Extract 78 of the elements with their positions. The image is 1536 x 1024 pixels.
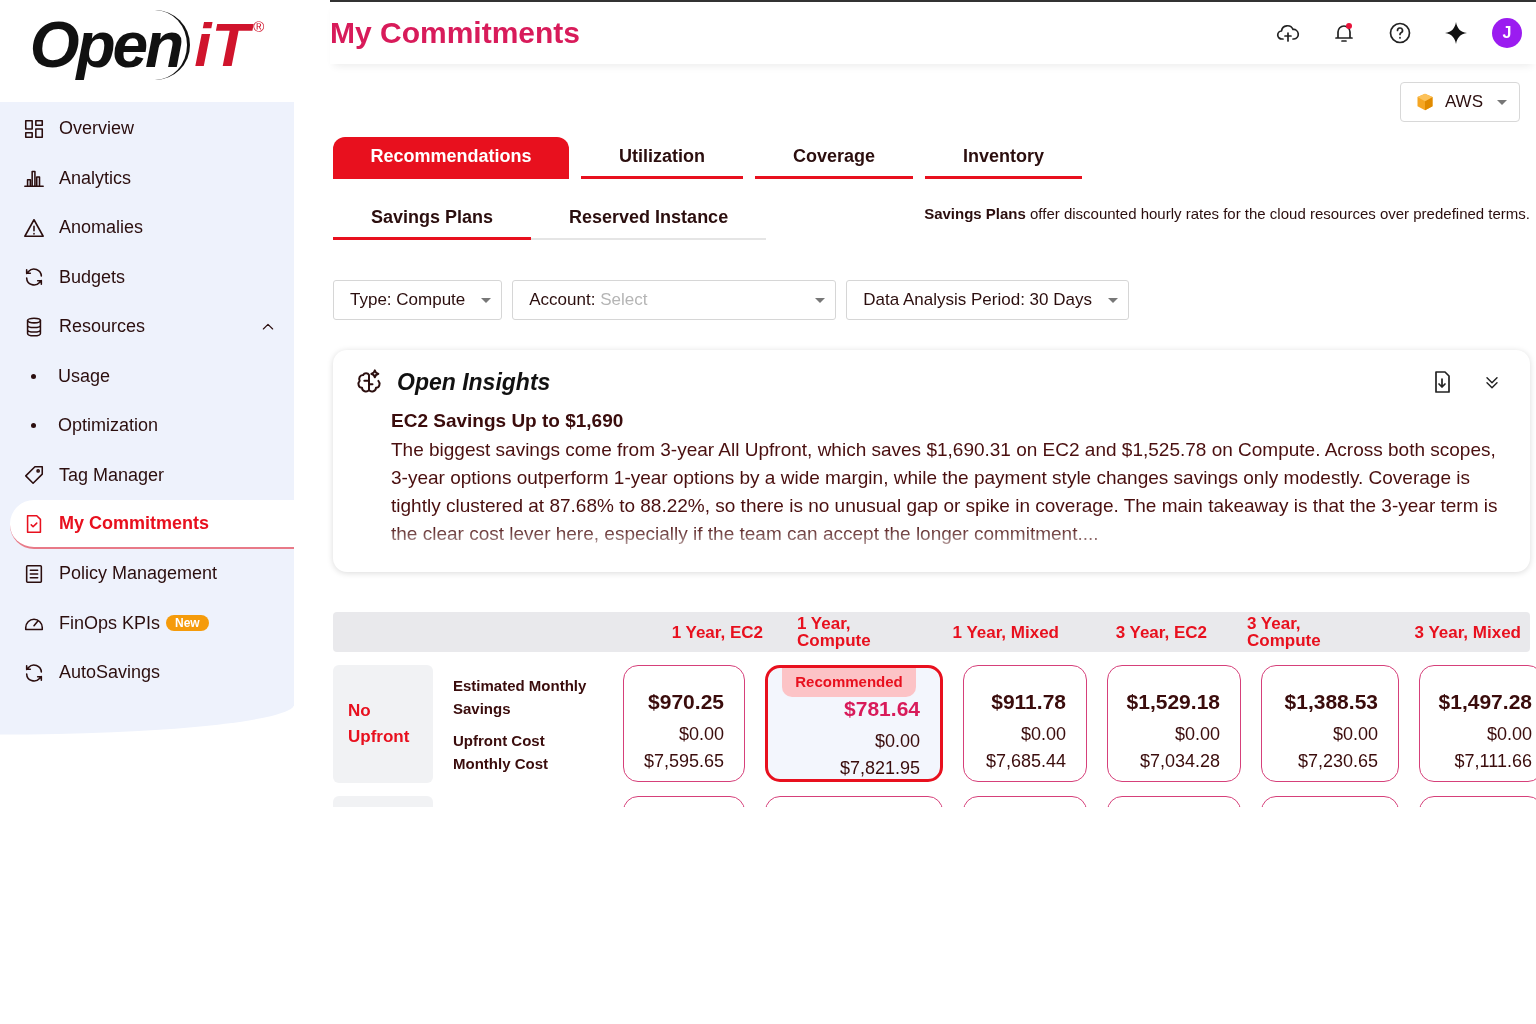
filter-dropdown[interactable]: Account: Select bbox=[512, 280, 837, 320]
option-card[interactable]: $1,529.18 $0.00 $7,034.28 bbox=[1107, 665, 1241, 782]
savings-value: $970.25 bbox=[648, 690, 724, 714]
tag-icon bbox=[23, 464, 45, 487]
sidebar-item[interactable]: Usage bbox=[10, 351, 294, 401]
savings-value: $781.64 bbox=[844, 697, 920, 721]
document-list-icon bbox=[23, 562, 45, 585]
monthly-value: $7,821.95 bbox=[839, 757, 920, 780]
metric-label: Monthly Cost bbox=[453, 753, 549, 774]
refresh-icon bbox=[23, 661, 45, 684]
upfront-value: $0.00 bbox=[1486, 723, 1532, 746]
upfront-value: $0.00 bbox=[1174, 723, 1220, 746]
upfront-value: $0.00 bbox=[1332, 723, 1378, 746]
option-card[interactable]: $970.25 $0.00 $7,595.65 bbox=[623, 665, 745, 782]
sidebar-item[interactable]: FinOps KPIs New bbox=[10, 598, 294, 648]
caret-icon bbox=[1107, 297, 1118, 303]
subtab[interactable]: Savings Plans bbox=[333, 197, 532, 240]
column-header: 1 Year, EC2 bbox=[670, 623, 764, 641]
notification-bell-icon[interactable] bbox=[1332, 21, 1356, 45]
savings-value: $1,529.18 bbox=[1126, 690, 1220, 714]
sidebar-item[interactable]: Anomalies bbox=[10, 203, 294, 253]
subtab[interactable]: Reserved Instance bbox=[531, 197, 767, 240]
new-badge: New bbox=[166, 615, 209, 632]
monthly-value: $7,230.65 bbox=[1297, 750, 1378, 773]
sidebar-item[interactable]: Budgets bbox=[10, 252, 294, 302]
column-header: 3 Year, EC2 bbox=[1114, 623, 1207, 641]
sidebar-item[interactable]: Resources bbox=[10, 302, 294, 352]
sidebar-item[interactable]: Overview bbox=[10, 104, 294, 154]
warning-icon bbox=[23, 216, 45, 239]
refresh-icon bbox=[23, 266, 45, 289]
column-header: 3 Year, Mixed bbox=[1413, 623, 1521, 641]
sidebar-item[interactable]: AutoSavings bbox=[10, 648, 294, 698]
option-card[interactable]: $1,497.28 $0.00 $7,111.66 bbox=[1419, 665, 1536, 782]
savings-value: $1,497.28 bbox=[1438, 690, 1532, 714]
upfront-value: $0.00 bbox=[874, 730, 920, 753]
monthly-value: $7,685.44 bbox=[985, 750, 1066, 773]
sparkle-icon[interactable] bbox=[1444, 21, 1468, 45]
metric-label: Upfront Cost bbox=[453, 730, 546, 751]
upfront-value: $0.00 bbox=[678, 723, 724, 746]
info-text: Savings Plans offer discounted hourly rates for the cloud resources over predefined terms. bbox=[924, 205, 1530, 222]
help-icon[interactable] bbox=[1388, 21, 1412, 45]
filter-dropdown[interactable]: Data Analysis Period: 30 Days bbox=[846, 280, 1129, 320]
sidebar-item[interactable]: Optimization bbox=[10, 401, 294, 451]
row-label: No Upfront bbox=[348, 700, 411, 748]
option-card[interactable]: $911.78 $0.00 $7,685.44 bbox=[963, 665, 1087, 782]
sidebar-item[interactable]: Tag Manager bbox=[10, 450, 294, 500]
savings-value: $1,388.53 bbox=[1284, 690, 1378, 714]
savings-value: $911.78 bbox=[991, 690, 1066, 714]
tab[interactable]: Recommendations bbox=[333, 137, 569, 179]
monthly-value: $7,111.66 bbox=[1454, 750, 1532, 773]
column-header: 1 Year, Compute bbox=[796, 615, 872, 649]
bullet-icon bbox=[31, 373, 36, 379]
sidebar-item[interactable]: Policy Management bbox=[10, 549, 294, 599]
column-header: 3 Year, Compute bbox=[1246, 615, 1322, 649]
grid-icon bbox=[23, 117, 45, 140]
caret-icon bbox=[815, 297, 826, 303]
caret-icon bbox=[1497, 99, 1507, 105]
option-card[interactable]: Recommended $781.64 $0.00 $7,821.95 bbox=[765, 665, 943, 782]
upfront-value: $0.00 bbox=[1020, 723, 1066, 746]
user-avatar[interactable]: J bbox=[1492, 18, 1522, 48]
column-header: 1 Year, Mixed bbox=[951, 623, 1059, 641]
page-title: My Commitments bbox=[330, 16, 581, 50]
monthly-value: $7,595.65 bbox=[643, 750, 724, 773]
registered-mark: ® bbox=[253, 18, 265, 35]
insight-text: The biggest savings come from 3-year All Upfront, which saves $1,690.31 on EC2 and $1,525.78 on Compute. Across both scopes, 3-year options outperform 1-year options by a wide margin, while the payment style changes savings only modestly. Coverage is tightly clustered at 87.68% to 88.22%, so there is no unusual gap or spike in coverage. The main takeaway is that the 3-year term is the clear cost lever here, especially if the team can accept the longer commitment.... bbox=[391, 438, 1499, 546]
recommended-badge: Recommended bbox=[782, 668, 916, 697]
bullet-icon bbox=[31, 423, 36, 429]
provider-dropdown[interactable]: AWS bbox=[1399, 82, 1520, 122]
caret-icon bbox=[481, 297, 492, 303]
option-card[interactable]: $1,388.53 $0.00 $7,230.65 bbox=[1261, 665, 1399, 782]
insights-title: Open Insights bbox=[397, 368, 552, 396]
monthly-value: $7,034.28 bbox=[1139, 750, 1220, 773]
sidebar-item[interactable]: Analytics bbox=[10, 153, 294, 203]
filter-dropdown[interactable]: Type: Compute bbox=[333, 280, 503, 320]
insight-headline: EC2 Savings Up to $1,690 bbox=[391, 410, 625, 432]
sidebar-item[interactable]: My Commitments bbox=[10, 500, 294, 549]
metric-label: Estimated Monthly Savings bbox=[453, 675, 588, 719]
logo-text: Open bbox=[29, 10, 191, 80]
